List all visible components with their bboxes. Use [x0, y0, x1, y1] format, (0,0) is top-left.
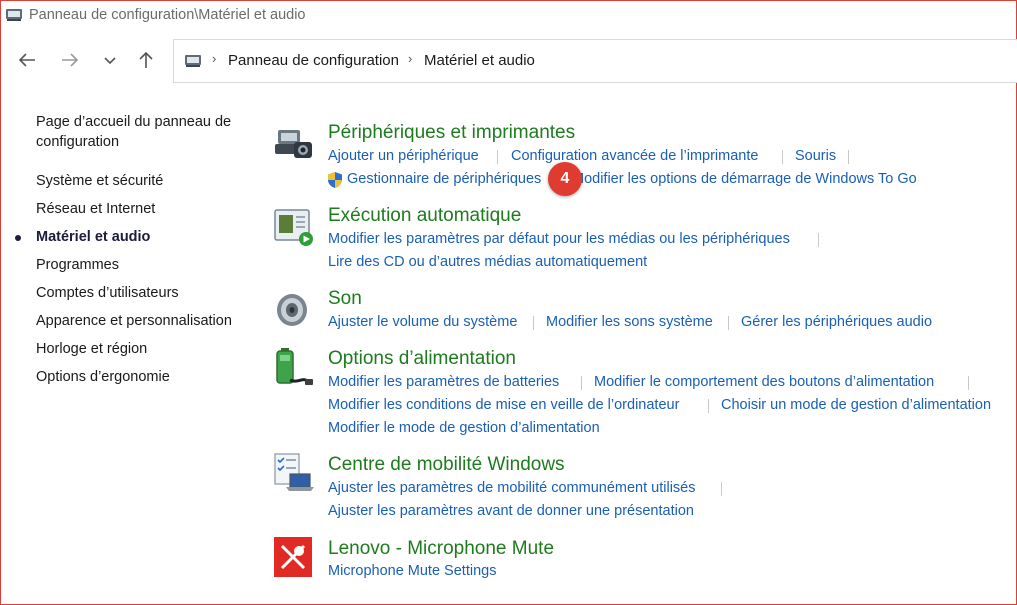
chevron-right-icon: › — [408, 51, 413, 66]
window-title: Panneau de configuration\Matériel et aud… — [29, 7, 306, 23]
microphone-mute-icon — [274, 537, 312, 577]
link-sleep-conditions[interactable]: Modifier les conditions de mise en veill… — [328, 397, 679, 413]
speaker-icon — [277, 294, 307, 326]
link-audio-devices[interactable]: Gérer les périphériques audio — [741, 314, 932, 330]
link-microphone-mute-settings[interactable]: Microphone Mute Settings — [328, 563, 496, 579]
current-item-bullet — [15, 235, 21, 241]
breadcrumb-control-panel[interactable]: Panneau de configuration — [228, 52, 399, 69]
sidebar-home-link[interactable]: Page d’accueil du panneau de configurati… — [36, 112, 251, 152]
sidebar-item-programs[interactable]: Programmes — [36, 257, 119, 273]
link-separator — [721, 482, 722, 496]
sidebar-item-system-security[interactable]: Système et sécurité — [36, 173, 163, 189]
control-panel-icon — [185, 55, 201, 67]
sidebar-item-network[interactable]: Réseau et Internet — [36, 201, 155, 217]
category-title-mobility-center[interactable]: Centre de mobilité Windows — [328, 454, 565, 476]
link-system-sounds[interactable]: Modifier les sons système — [546, 314, 713, 330]
link-edit-power-plan[interactable]: Modifier le mode de gestion d’alimentati… — [328, 420, 600, 436]
chevron-right-icon: › — [212, 51, 217, 66]
link-autoplay-cds[interactable]: Lire des CD ou d’autres médias automatiq… — [328, 254, 647, 270]
arrow-left-icon — [18, 53, 35, 67]
sidebar-item-label: Matériel et audio — [36, 229, 151, 245]
sidebar-item-appearance[interactable]: Apparence et personnalisation — [36, 313, 232, 329]
link-mobility-settings[interactable]: Ajuster les paramètres de mobilité commu… — [328, 480, 695, 496]
link-separator — [708, 399, 709, 413]
up-button[interactable] — [134, 48, 158, 72]
sidebar-item-hardware-audio[interactable]: Matériel et audio — [15, 229, 151, 245]
arrow-right-icon — [62, 53, 79, 67]
sidebar-item-user-accounts[interactable]: Comptes d’utilisateurs — [36, 285, 179, 301]
title-bar: Panneau de configuration\Matériel et aud… — [1, 1, 1016, 30]
link-separator — [728, 316, 729, 330]
link-separator — [968, 376, 969, 390]
link-mouse[interactable]: Souris — [795, 148, 836, 164]
link-separator — [782, 150, 783, 164]
chevron-down-icon — [104, 57, 116, 65]
link-separator — [581, 376, 582, 390]
link-printer-advanced-config[interactable]: Configuration avancée de l’imprimante — [511, 148, 758, 164]
annotation-step-badge: 4 — [548, 162, 582, 196]
link-battery-settings[interactable]: Modifier les paramètres de batteries — [328, 374, 559, 390]
link-choose-power-plan[interactable]: Choisir un mode de gestion d’alimentatio… — [721, 397, 991, 413]
breadcrumb-hardware-audio[interactable]: Matériel et audio — [424, 52, 535, 69]
recent-locations-button[interactable] — [98, 48, 122, 72]
link-device-manager[interactable]: Gestionnaire de périphériques — [347, 171, 541, 187]
battery-power-icon — [276, 348, 313, 385]
uac-shield-icon — [328, 172, 342, 188]
forward-button[interactable] — [58, 48, 82, 72]
link-add-device[interactable]: Ajouter un périphérique — [328, 148, 479, 164]
address-bar[interactable]: › Panneau de configuration › Matériel et… — [173, 39, 1017, 83]
arrow-up-icon — [139, 51, 153, 68]
back-button[interactable] — [15, 48, 39, 72]
link-windows-to-go-options[interactable]: Modifier les options de démarrage de Win… — [572, 171, 917, 187]
link-power-buttons[interactable]: Modifier le comportement des boutons d’a… — [594, 374, 934, 390]
link-separator — [848, 150, 849, 164]
sidebar-item-ease-of-access[interactable]: Options d’ergonomie — [36, 369, 170, 385]
autoplay-icon — [274, 209, 313, 246]
link-separator — [497, 150, 498, 164]
link-presentation-settings[interactable]: Ajuster les paramètres avant de donner u… — [328, 503, 694, 519]
link-separator — [533, 316, 534, 330]
link-default-media-settings[interactable]: Modifier les paramètres par défaut pour … — [328, 231, 790, 247]
mobility-center-icon — [274, 453, 314, 491]
sidebar-item-clock-region[interactable]: Horloge et région — [36, 341, 147, 357]
control-panel-icon — [6, 9, 22, 21]
category-title-devices-printers[interactable]: Périphériques et imprimantes — [328, 122, 575, 144]
category-title-autoplay[interactable]: Exécution automatique — [328, 205, 521, 227]
category-title-power-options[interactable]: Options d’alimentation — [328, 348, 516, 370]
link-adjust-volume[interactable]: Ajuster le volume du système — [328, 314, 517, 330]
category-title-sound[interactable]: Son — [328, 288, 362, 310]
category-title-microphone-mute[interactable]: Lenovo - Microphone Mute — [328, 538, 554, 560]
devices-printers-icon — [275, 130, 312, 158]
link-separator — [818, 233, 819, 247]
